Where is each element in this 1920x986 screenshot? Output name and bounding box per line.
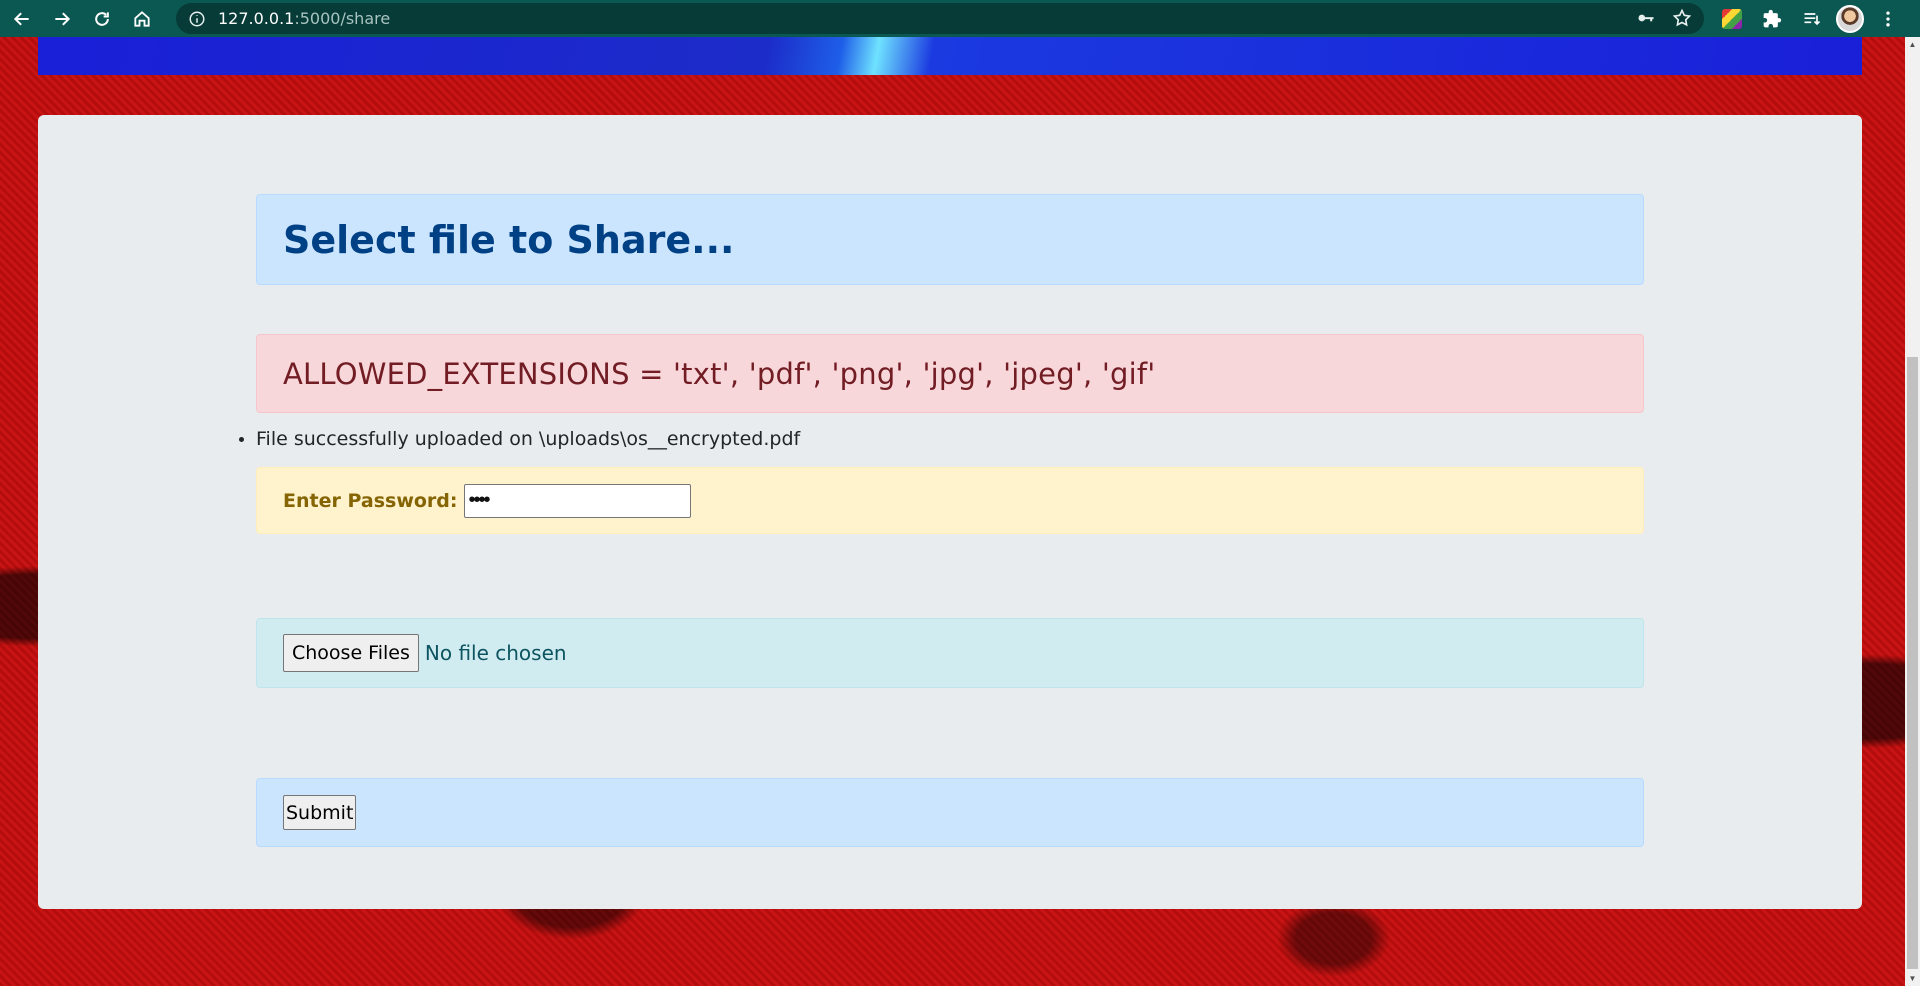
page-background: Select file to Share... ALLOWED_EXTENSIO… [0, 37, 1905, 986]
home-icon[interactable] [124, 1, 160, 37]
password-label: Enter Password: [283, 489, 458, 512]
scroll-up-icon[interactable]: ▲ [1905, 37, 1920, 52]
choose-files-button[interactable]: Choose Files [283, 634, 419, 672]
puzzle-icon[interactable] [1756, 3, 1788, 35]
browser-toolbar: 127.0.0.1:5000/share [0, 0, 1920, 37]
url-text: 127.0.0.1:5000/share [218, 9, 391, 28]
submit-button[interactable]: Submit [283, 795, 357, 830]
scroll-down-icon[interactable]: ▼ [1905, 971, 1920, 986]
page-title: Select file to Share... [283, 217, 735, 262]
star-icon[interactable] [1672, 8, 1692, 28]
site-info-icon[interactable] [188, 10, 206, 28]
extension-icon[interactable] [1716, 3, 1748, 35]
scroll-thumb[interactable] [1907, 357, 1918, 969]
allowed-extensions-alert: ALLOWED_EXTENSIONS = 'txt', 'pdf', 'png'… [256, 334, 1644, 413]
submit-alert: Submit [256, 778, 1644, 847]
password-input[interactable] [463, 483, 691, 518]
title-alert: Select file to Share... [256, 194, 1644, 285]
back-icon[interactable] [4, 1, 40, 37]
vertical-scrollbar[interactable]: ▲ ▼ [1905, 37, 1920, 986]
menu-icon[interactable] [1872, 3, 1904, 35]
file-select-alert: Choose Files No file chosen [256, 618, 1644, 688]
forward-icon[interactable] [44, 1, 80, 37]
file-status-text: No file chosen [424, 641, 567, 665]
reading-list-icon[interactable] [1796, 3, 1828, 35]
address-bar[interactable]: 127.0.0.1:5000/share [176, 3, 1704, 34]
main-container: Select file to Share... ALLOWED_EXTENSIO… [38, 115, 1862, 909]
flash-message: File successfully uploaded on \uploads\o… [256, 428, 800, 450]
header-banner [38, 37, 1862, 75]
flash-messages: File successfully uploaded on \uploads\o… [256, 428, 800, 450]
key-icon[interactable] [1636, 8, 1656, 28]
allowed-extensions-text: ALLOWED_EXTENSIONS = 'txt', 'pdf', 'png'… [283, 356, 1156, 391]
profile-avatar[interactable] [1836, 4, 1864, 33]
reload-icon[interactable] [84, 1, 120, 37]
password-alert: Enter Password: [256, 467, 1644, 534]
